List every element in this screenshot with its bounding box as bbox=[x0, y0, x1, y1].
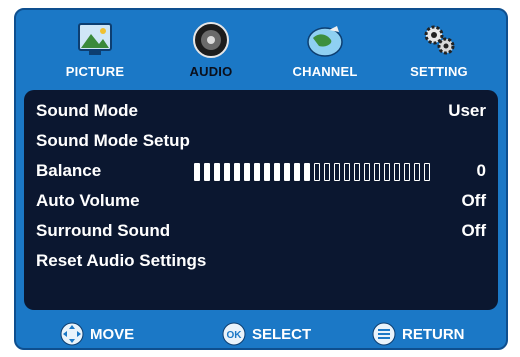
balance-slider-segment bbox=[294, 163, 300, 181]
balance-slider-segment bbox=[284, 163, 290, 181]
auto-volume-label: Auto Volume bbox=[36, 191, 140, 210]
balance-slider-segment bbox=[334, 163, 340, 181]
surround-sound-label: Surround Sound bbox=[36, 221, 171, 240]
balance-value: 0 bbox=[476, 161, 486, 180]
balance-slider-segment bbox=[214, 163, 220, 181]
balance-slider-segment bbox=[384, 163, 390, 181]
balance-slider-segment bbox=[394, 163, 400, 181]
sound-mode-row[interactable]: Sound Mode User bbox=[36, 98, 486, 124]
sound-mode-setup-label: Sound Mode Setup bbox=[36, 131, 190, 150]
surround-sound-value: Off bbox=[461, 221, 486, 240]
audio-menu-osd: PICTURE AUDIO CHANNEL SETTING Sound Mode… bbox=[14, 8, 508, 350]
ok-button-icon: OK bbox=[222, 322, 246, 346]
menu-tabs: PICTURE AUDIO CHANNEL SETTING bbox=[32, 14, 494, 86]
tab-audio-label: AUDIO bbox=[156, 62, 266, 81]
picture-icon bbox=[78, 23, 112, 55]
audio-settings-panel: Sound Mode User Sound Mode Setup Balance… bbox=[24, 90, 498, 310]
balance-slider-segment bbox=[364, 163, 370, 181]
tab-channel-label: CHANNEL bbox=[292, 64, 358, 79]
ok-icon-text: OK bbox=[227, 330, 243, 341]
reset-audio-row[interactable]: Reset Audio Settings bbox=[36, 248, 486, 274]
balance-slider-segment bbox=[274, 163, 280, 181]
balance-slider-segment bbox=[194, 163, 200, 181]
audio-speaker-icon bbox=[193, 22, 229, 58]
tab-setting-label: SETTING bbox=[410, 64, 468, 79]
balance-slider-segment bbox=[324, 163, 330, 181]
menu-return-icon bbox=[372, 322, 396, 346]
balance-slider[interactable] bbox=[194, 163, 430, 181]
sound-mode-setup-row[interactable]: Sound Mode Setup bbox=[36, 128, 486, 154]
balance-slider-segment bbox=[254, 163, 260, 181]
balance-slider-segment bbox=[304, 163, 310, 181]
tab-picture[interactable]: PICTURE bbox=[40, 14, 150, 86]
balance-slider-segment bbox=[344, 163, 350, 181]
hint-return-text: RETURN bbox=[402, 326, 465, 343]
balance-slider-segment bbox=[224, 163, 230, 181]
auto-volume-row[interactable]: Auto Volume Off bbox=[36, 188, 486, 214]
balance-row[interactable]: Balance 0 bbox=[36, 158, 486, 184]
channel-globe-icon bbox=[307, 26, 343, 57]
gears-icon bbox=[424, 25, 455, 55]
balance-slider-segment bbox=[264, 163, 270, 181]
tab-picture-label: PICTURE bbox=[65, 64, 125, 79]
footer-hints: MOVE OK SELECT RETURN bbox=[16, 320, 510, 350]
sound-mode-value: User bbox=[448, 101, 486, 120]
auto-volume-value: Off bbox=[461, 191, 486, 210]
balance-slider-segment bbox=[204, 163, 210, 181]
balance-label: Balance bbox=[36, 161, 102, 180]
hint-move-text: MOVE bbox=[90, 326, 135, 343]
balance-slider-segment bbox=[374, 163, 380, 181]
balance-slider-segment bbox=[234, 163, 240, 181]
balance-slider-segment bbox=[414, 163, 420, 181]
balance-slider-segment bbox=[244, 163, 250, 181]
hint-select-text: SELECT bbox=[252, 326, 312, 343]
tab-channel[interactable]: CHANNEL bbox=[270, 14, 380, 86]
balance-slider-segment bbox=[404, 163, 410, 181]
sound-mode-label: Sound Mode bbox=[36, 101, 138, 120]
tab-setting[interactable]: SETTING bbox=[384, 14, 494, 86]
reset-audio-label: Reset Audio Settings bbox=[36, 251, 207, 270]
balance-slider-segment bbox=[314, 163, 320, 181]
dpad-move-icon bbox=[60, 322, 84, 346]
balance-slider-segment bbox=[354, 163, 360, 181]
balance-slider-segment bbox=[424, 163, 430, 181]
tab-audio[interactable]: AUDIO bbox=[156, 14, 266, 86]
surround-sound-row[interactable]: Surround Sound Off bbox=[36, 218, 486, 244]
